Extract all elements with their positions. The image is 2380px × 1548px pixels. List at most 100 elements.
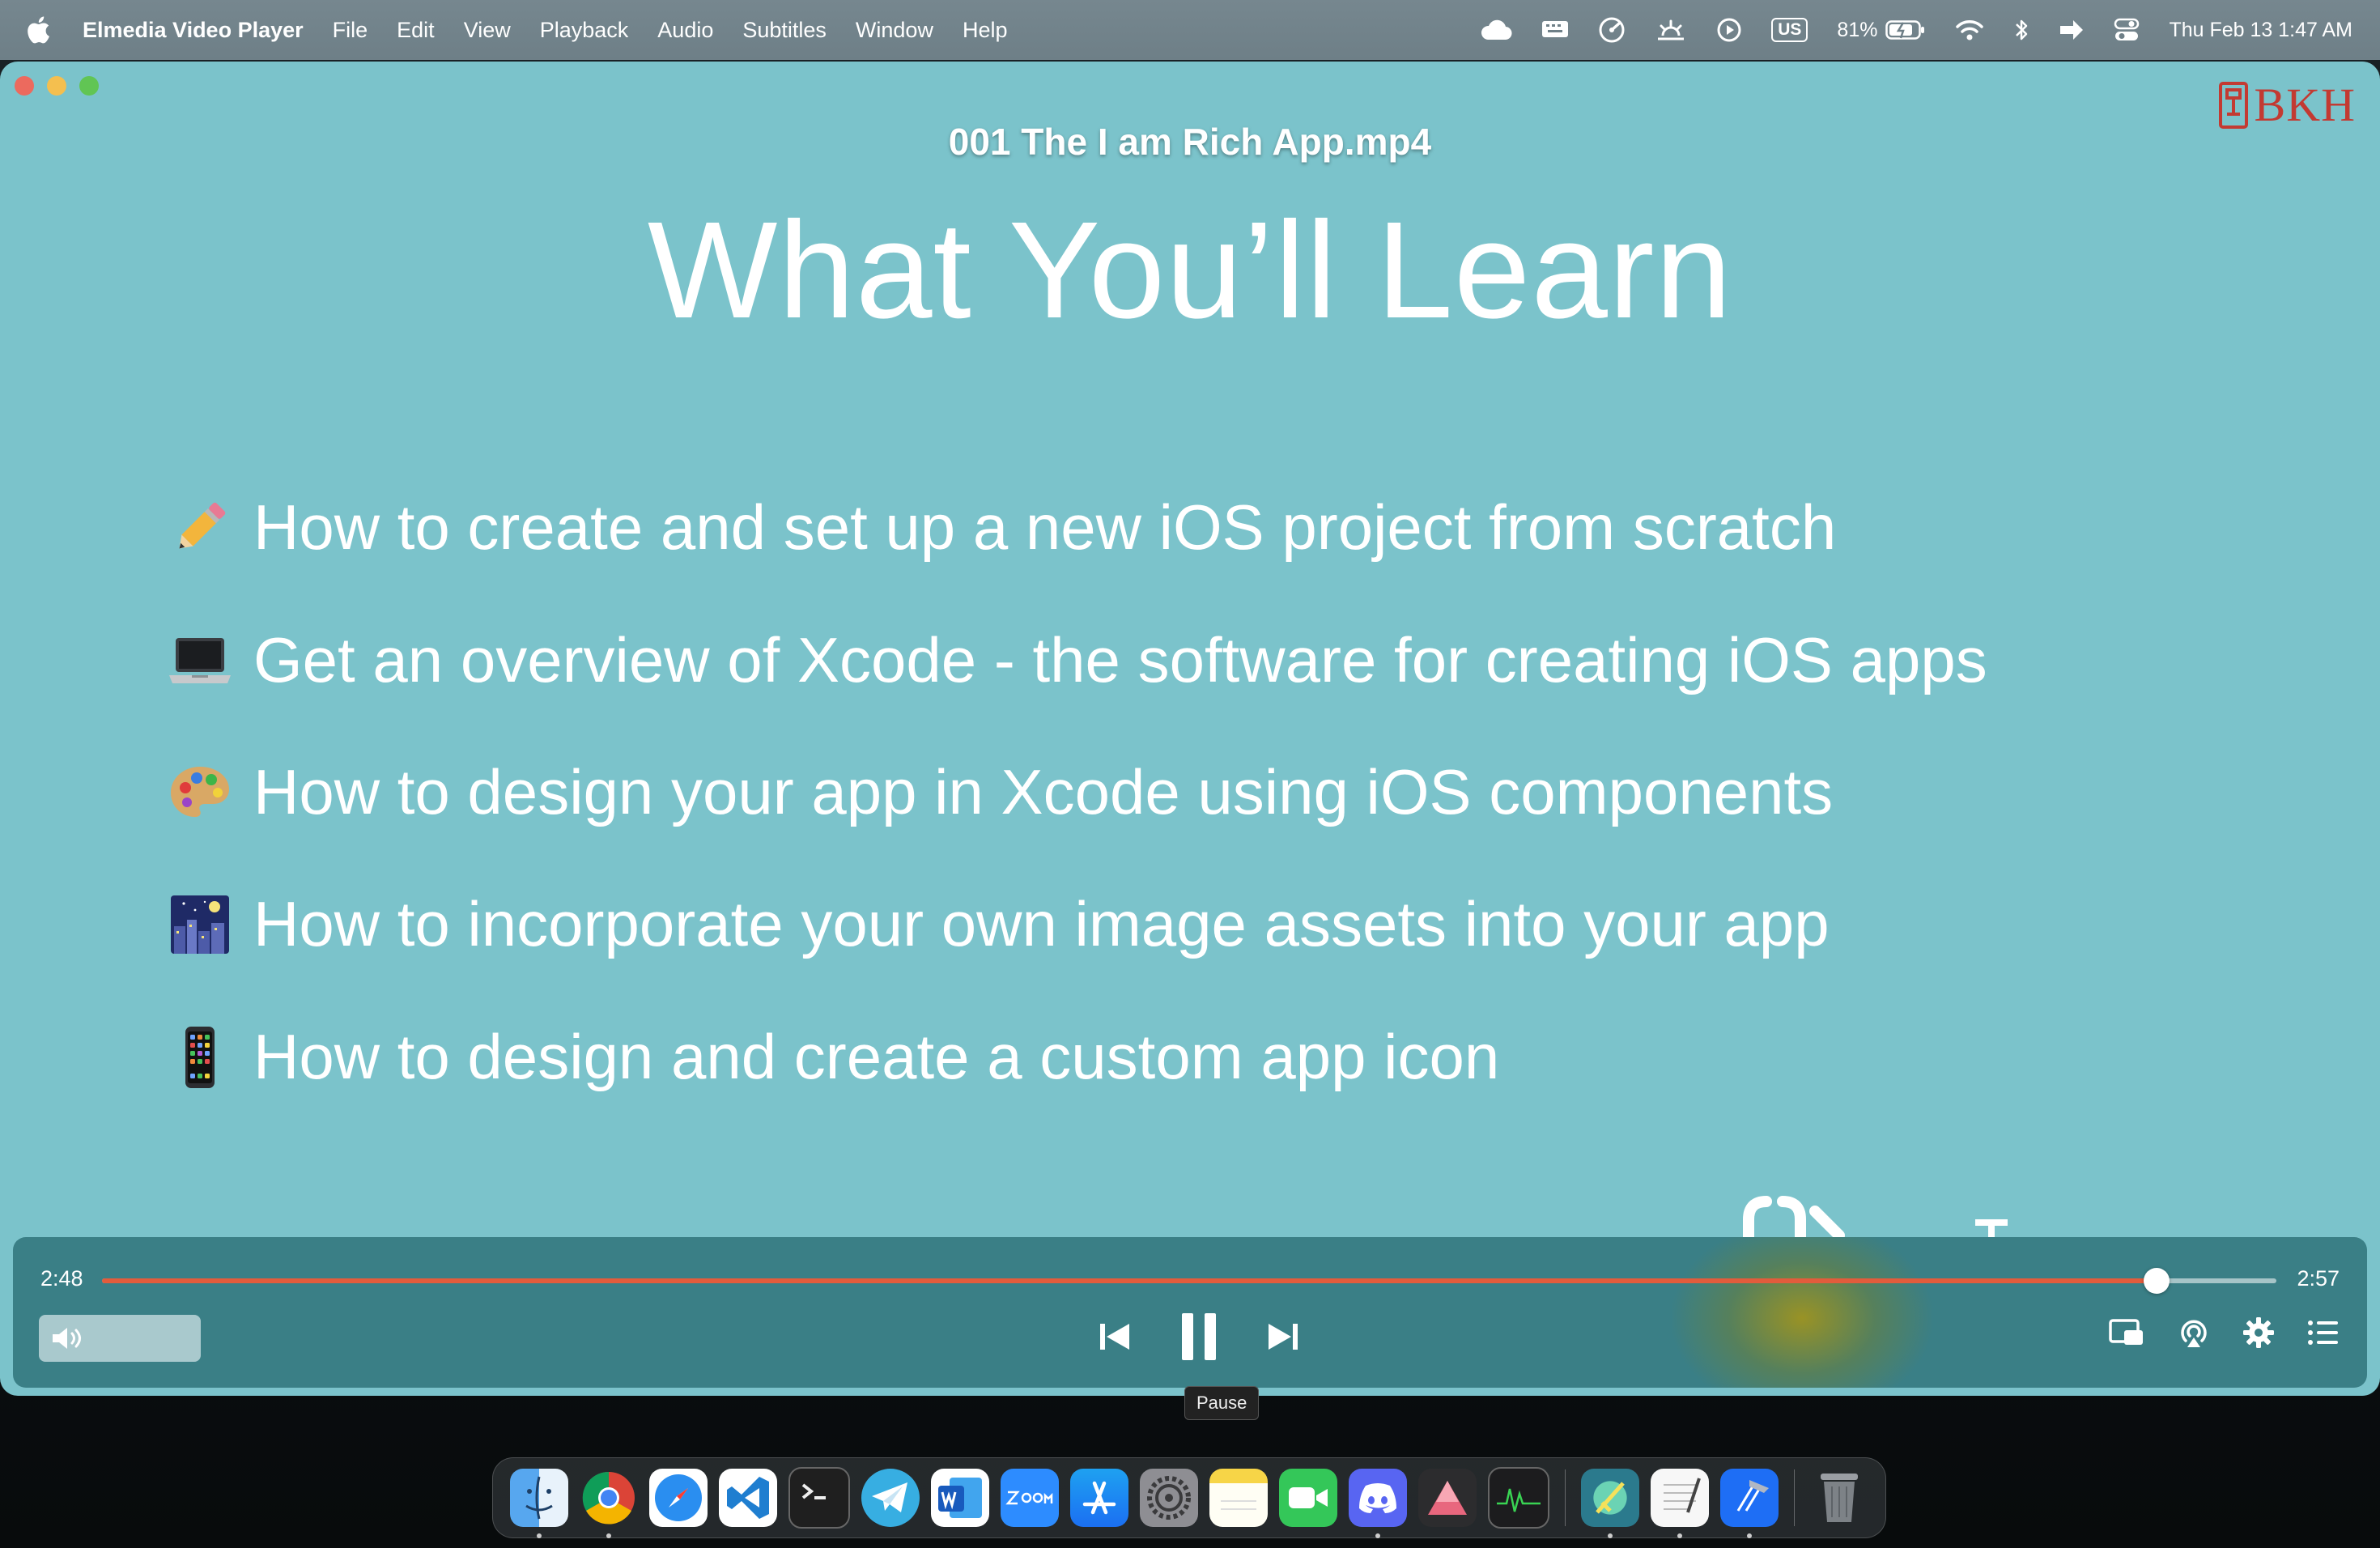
- zoom-window-button[interactable]: [79, 76, 99, 96]
- menu-view[interactable]: View: [464, 18, 511, 43]
- menu-file[interactable]: File: [333, 18, 368, 43]
- list-item: How to design and create a custom app ic…: [166, 1020, 1499, 1094]
- bullet-text: How to design and create a custom app ic…: [253, 1021, 1500, 1092]
- next-track-button[interactable]: [1258, 1320, 1308, 1353]
- volume-slider[interactable]: [39, 1315, 201, 1362]
- running-indicator: [1747, 1533, 1752, 1538]
- transport-controls: [1090, 1312, 1308, 1362]
- activity-graph-icon: [1497, 1488, 1541, 1512]
- menubar-clock[interactable]: Thu Feb 13 1:47 AM: [2169, 19, 2352, 42]
- cloud-icon[interactable]: [1480, 19, 1512, 40]
- pause-button[interactable]: [1174, 1312, 1224, 1362]
- player-options: [2108, 1316, 2340, 1349]
- dock-elmedia-player[interactable]: [1581, 1469, 1639, 1538]
- terminal-icon: [801, 1483, 826, 1499]
- textedit-icon: [1664, 1478, 1701, 1513]
- picture-in-picture-button[interactable]: [2108, 1317, 2145, 1348]
- video-file-title: 001 The I am Rich App.mp4: [948, 121, 1432, 163]
- dock-textedit[interactable]: [1651, 1469, 1709, 1538]
- menu-app-name[interactable]: Elmedia Video Player: [83, 18, 304, 43]
- dock-app-store[interactable]: [1070, 1469, 1128, 1527]
- bullet-text: How to design your app in Xcode using iO…: [253, 756, 1834, 827]
- apple-menu-icon[interactable]: [26, 16, 58, 44]
- bkh-logo: BKH: [2214, 78, 2356, 132]
- status-area: US 81% Thu Feb 13 1:47 AM: [1451, 0, 2352, 60]
- settings-button[interactable]: [2242, 1316, 2275, 1349]
- dock-chrome[interactable]: [580, 1469, 638, 1538]
- dock-notes[interactable]: [1209, 1469, 1268, 1527]
- trash-icon: [1821, 1474, 1858, 1522]
- playlist-button[interactable]: [2307, 1319, 2340, 1346]
- vscode-icon: [727, 1477, 769, 1519]
- menu-window[interactable]: Window: [856, 18, 933, 43]
- phone-icon: [166, 1023, 234, 1091]
- dock-zoom[interactable]: [1001, 1469, 1059, 1527]
- dock-affinity[interactable]: [1418, 1469, 1477, 1527]
- previous-track-button[interactable]: [1090, 1320, 1140, 1353]
- wifi-icon[interactable]: [1955, 19, 1984, 41]
- keyboard-layout-badge[interactable]: US: [1771, 18, 1808, 42]
- player-control-bar: 2:48 2:57: [13, 1237, 2367, 1388]
- picture-in-picture-icon: [2109, 1319, 2143, 1345]
- skip-forward-icon: [1269, 1324, 1298, 1350]
- running-indicator: [1375, 1533, 1380, 1538]
- list-icon: [2308, 1320, 2338, 1345]
- list-item: How to design your app in Xcode using iO…: [166, 755, 1833, 829]
- airplay-button[interactable]: [2178, 1316, 2210, 1349]
- paper-plane-icon: [872, 1482, 907, 1512]
- menu-audio[interactable]: Audio: [657, 18, 713, 43]
- current-time: 2:48: [40, 1266, 83, 1291]
- dock-activity-monitor[interactable]: [1488, 1467, 1549, 1529]
- menu-help[interactable]: Help: [963, 18, 1008, 43]
- total-time: 2:57: [2297, 1266, 2340, 1291]
- dock-system-settings[interactable]: [1140, 1469, 1198, 1527]
- sunrise-icon[interactable]: [1655, 18, 1687, 42]
- app-store-icon: [1082, 1481, 1116, 1515]
- compass-icon: [655, 1474, 702, 1521]
- notes-icon: [1221, 1500, 1256, 1510]
- palette-icon: [166, 759, 234, 827]
- dock-trash[interactable]: [1810, 1469, 1868, 1527]
- dock-xcode[interactable]: [1720, 1469, 1779, 1538]
- speaker-icon[interactable]: [50, 1326, 86, 1350]
- seek-bar[interactable]: [102, 1268, 2276, 1294]
- dock-terminal[interactable]: [788, 1467, 850, 1529]
- running-indicator: [1677, 1533, 1682, 1538]
- control-center-icon[interactable]: [2114, 18, 2140, 42]
- xcode-hammer-icon: [1736, 1480, 1769, 1512]
- bullet-text: Get an overview of Xcode - the software …: [253, 624, 1987, 695]
- window-controls: [15, 76, 99, 96]
- dock-facetime[interactable]: [1279, 1469, 1337, 1527]
- gear-icon: [2243, 1317, 2274, 1348]
- seek-bar-thumb[interactable]: [2144, 1268, 2170, 1294]
- arrow-right-icon[interactable]: [2059, 19, 2085, 41]
- close-window-button[interactable]: [15, 76, 34, 96]
- player-window: 001 The I am Rich App.mp4 BKH What You’l…: [0, 62, 2380, 1396]
- laptop-icon: [166, 627, 234, 695]
- list-item: How to incorporate your own image assets…: [166, 887, 1830, 961]
- bkh-logo-text: BKH: [2254, 79, 2356, 131]
- bluetooth-icon[interactable]: [2013, 18, 2029, 42]
- discord-icon: [1359, 1483, 1396, 1513]
- dock-separator: [1794, 1469, 1795, 1526]
- chrome-icon: [582, 1471, 635, 1525]
- menu-edit[interactable]: Edit: [397, 18, 435, 43]
- dock-word[interactable]: [931, 1469, 989, 1527]
- minimize-window-button[interactable]: [47, 76, 66, 96]
- dock-separator: [1565, 1469, 1566, 1526]
- speed-gauge-icon[interactable]: [1598, 16, 1626, 44]
- gear-icon: [1147, 1476, 1191, 1520]
- display-icon[interactable]: [1541, 19, 1569, 40]
- seek-bar-progress: [102, 1278, 2157, 1283]
- battery-icon[interactable]: [1885, 19, 1926, 40]
- menu-subtitles[interactable]: Subtitles: [742, 18, 827, 43]
- menu-playback[interactable]: Playback: [540, 18, 629, 43]
- dock-telegram[interactable]: [861, 1469, 920, 1527]
- dock-discord[interactable]: [1349, 1469, 1407, 1538]
- play-circle-icon[interactable]: [1716, 17, 1742, 43]
- bullet-text: How to create and set up a new iOS proje…: [253, 491, 1837, 563]
- dock-safari[interactable]: [649, 1469, 708, 1527]
- pause-icon: [1182, 1313, 1216, 1360]
- dock-vscode[interactable]: [719, 1469, 777, 1527]
- dock-finder[interactable]: [510, 1469, 568, 1538]
